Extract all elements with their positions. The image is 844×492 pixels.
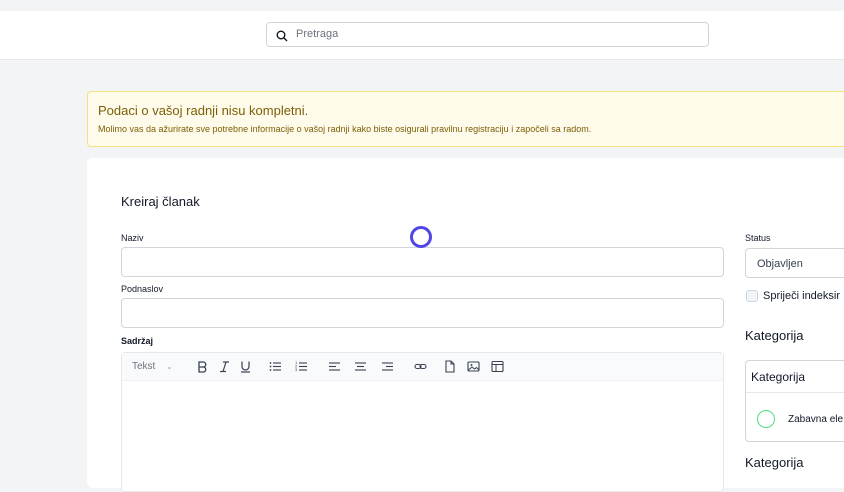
category-heading: Kategorija [745,328,804,343]
mouse-cursor-indicator [410,226,432,248]
table-icon[interactable] [491,360,504,373]
align-center-icon[interactable] [354,360,367,373]
alert-title: Podaci o vašoj radnji nisu kompletni. [98,103,309,118]
chevron-down-icon: ⌄ [166,362,173,371]
incomplete-shop-alert: Podaci o vašoj radnji nisu kompletni. Mo… [87,91,844,147]
align-left-icon[interactable] [328,360,341,373]
file-icon[interactable] [443,360,456,373]
category-panel-header: Kategorija [746,361,844,393]
noindex-label: Spriječi indeksir [763,290,841,302]
subtitle-field[interactable] [121,298,724,328]
noindex-checkbox[interactable] [746,290,758,302]
link-icon[interactable] [414,360,427,373]
bold-icon[interactable] [196,360,209,373]
category-panel: Kategorija Zabavna ele [745,360,844,442]
header-bar: Pretraga [0,11,844,60]
underline-icon[interactable] [239,360,252,373]
subtitle-label: Podnaslov [121,284,164,294]
status-select[interactable]: Objavljen [745,248,844,278]
name-field[interactable] [121,247,724,277]
top-strip [0,0,844,11]
search-placeholder: Pretraga [296,28,339,40]
content-label: Sadržaj [121,336,154,346]
search-icon [276,29,288,42]
editor-toolbar: Tekst ⌄ 123 [122,353,723,381]
image-icon[interactable] [467,360,480,373]
status-value: Objavljen [757,258,803,270]
svg-text:3: 3 [295,367,298,372]
align-right-icon[interactable] [381,360,394,373]
search-input[interactable]: Pretraga [266,22,709,47]
category-item-label: Zabavna ele [788,414,844,425]
bullet-list-icon[interactable] [269,360,282,373]
content-editor[interactable]: Tekst ⌄ 123 [121,352,724,492]
alert-description: Molimo vas da ažurirate sve potrebne inf… [98,124,592,134]
status-label: Status [745,233,771,243]
italic-icon[interactable] [218,360,231,373]
name-label: Naziv [121,233,144,243]
page-title: Kreiraj članak [121,194,200,209]
category-panel-title: Kategorija [751,370,806,384]
category-radio[interactable] [757,410,775,428]
numbered-list-icon[interactable]: 123 [295,360,308,373]
category-heading-2: Kategorija [745,455,804,470]
text-style-select[interactable]: Tekst [132,361,155,372]
